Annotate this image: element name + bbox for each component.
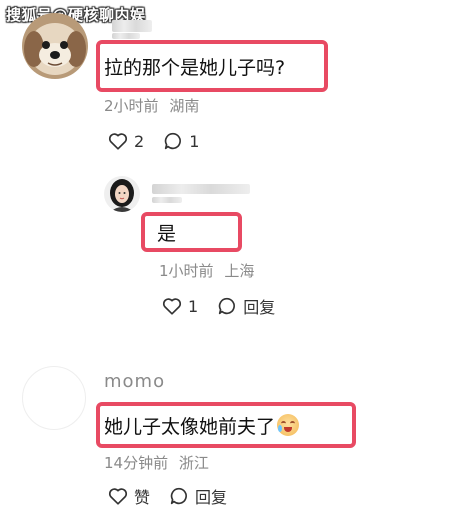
- heart-icon: [162, 298, 182, 315]
- reply-text-box: 是: [141, 212, 242, 252]
- like-button[interactable]: 1: [161, 295, 198, 317]
- comment-actions: 赞 回复: [107, 484, 245, 508]
- reply-actions: 1 回复: [161, 294, 293, 318]
- blank-avatar[interactable]: [22, 366, 86, 430]
- comment-text-box: 拉的那个是她儿子吗?: [96, 40, 328, 92]
- heart-icon: [108, 488, 128, 505]
- reply-label: 回复: [243, 298, 276, 317]
- dog-avatar[interactable]: [22, 13, 88, 79]
- crying-emoji-icon: [277, 414, 300, 436]
- comment-text-box: 她儿子太像她前夫了: [96, 402, 356, 448]
- heart-icon: [108, 133, 128, 150]
- reply-button[interactable]: 回复: [216, 294, 275, 318]
- comment-meta: 14分钟前 浙江: [104, 452, 209, 473]
- like-label: 赞: [134, 488, 151, 507]
- comment-text: 她儿子太像她前夫了: [104, 415, 276, 438]
- reply-button[interactable]: 回复: [168, 484, 227, 508]
- comment-bubble-icon: [164, 132, 182, 150]
- reply-meta: 1小时前 上海: [159, 260, 254, 281]
- reply-button[interactable]: 1: [162, 130, 199, 152]
- like-button[interactable]: 2: [107, 130, 144, 152]
- woman-avatar[interactable]: [104, 176, 140, 212]
- comment-bubble-icon: [170, 487, 187, 505]
- reply-time: 1小时前: [159, 262, 214, 280]
- reply-username-blurred-fragment: [152, 197, 182, 203]
- comment-actions: 2 1: [107, 130, 217, 152]
- reply-text: 是: [157, 222, 177, 245]
- comment-time: 14分钟前: [104, 454, 169, 472]
- like-count: 2: [134, 131, 145, 151]
- reply-count: 1: [189, 131, 200, 151]
- comment-location: 浙江: [178, 454, 209, 472]
- comment-time: 2小时前: [104, 97, 159, 115]
- reply-username-blurred[interactable]: [152, 184, 250, 194]
- comment-location: 湖南: [169, 97, 200, 115]
- like-button[interactable]: 赞: [107, 484, 150, 508]
- username-blurred[interactable]: [112, 20, 152, 32]
- username-blurred-fragment: [112, 33, 140, 39]
- username[interactable]: momo: [104, 371, 165, 392]
- comment-meta: 2小时前 湖南: [104, 95, 199, 116]
- reply-label: 回复: [195, 488, 228, 507]
- reply-location: 上海: [224, 262, 255, 280]
- comment-text: 拉的那个是她儿子吗?: [104, 56, 286, 79]
- comment-bubble-icon: [218, 297, 236, 315]
- like-count: 1: [188, 296, 199, 316]
